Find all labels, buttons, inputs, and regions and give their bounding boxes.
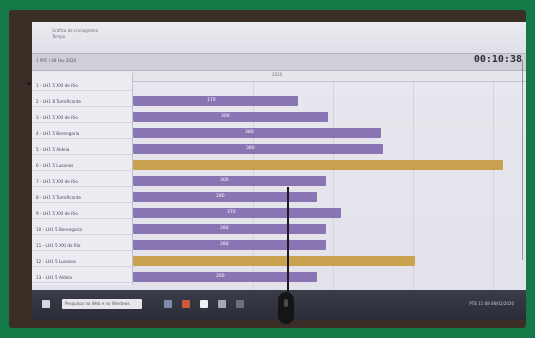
task-list-item[interactable]: 6 - LH1 5 Lusanos	[32, 161, 132, 171]
task-list-item[interactable]: 11 - LH1 5 XXI de Rio	[32, 241, 132, 251]
timer-readout: 00:10:38	[473, 54, 522, 65]
photo-of-projected-screen: Gráfico de cronograma Tempo 1 PPC / 08 F…	[0, 0, 535, 338]
task-view-icon[interactable]	[164, 300, 172, 308]
system-tray: PTB 11:08 08/02/2020	[469, 301, 514, 306]
gantt-bar-label: 380	[245, 130, 254, 135]
task-list-item[interactable]: 12 - LH1 5 Lusanos	[32, 257, 132, 267]
gantt-bar[interactable]: 280	[133, 224, 326, 234]
window-title: Gráfico de cronograma	[52, 28, 99, 33]
task-list-item[interactable]: 10 - LH1 5 Berengaria	[32, 225, 132, 235]
gantt-bar-label: 170	[207, 98, 216, 103]
wall-mark	[27, 82, 31, 85]
task-list-item[interactable]: 9 - LH1 5 XXI de Rio	[32, 209, 132, 219]
task-list-item[interactable]: 3 - LH1 5 XXI de Rio	[32, 113, 132, 123]
gantt-bar[interactable]: 300	[133, 176, 326, 186]
gantt-bar-label: 280	[216, 194, 225, 199]
file-explorer-icon[interactable]	[200, 300, 208, 308]
search-placeholder: Pesquisar na Web e no Windows	[65, 301, 130, 306]
window-subtitle: Tempo	[52, 34, 66, 39]
timeline-label: 1 PPC / 08 Fev 2020	[36, 58, 77, 63]
gantt-bar[interactable]: 380	[133, 144, 383, 154]
ruler-label: 2020	[272, 72, 283, 77]
gantt-bar-label: 260	[216, 274, 225, 279]
cable-shadow	[522, 60, 523, 260]
app-icon-2[interactable]	[236, 300, 244, 308]
task-list-item[interactable]: 1 - LH1 5 XXI de Rio	[32, 81, 132, 91]
gantt-bar[interactable]: 260	[133, 272, 317, 282]
mouse-device	[278, 292, 294, 324]
gantt-bar-label: 300	[220, 178, 229, 183]
gantt-bar[interactable]: 280	[133, 240, 326, 250]
gantt-bar-label: 300	[221, 114, 230, 119]
task-list-item[interactable]: 2 - LH1 8 Torreficante	[32, 97, 132, 107]
gantt-chart-area: 170 300 380 380 300 280 370 280 280 260	[133, 82, 526, 290]
gantt-bar[interactable]: 380	[133, 128, 381, 138]
start-icon[interactable]	[42, 300, 50, 308]
gantt-bar[interactable]: 280	[133, 192, 317, 202]
gantt-bar[interactable]	[133, 256, 415, 266]
search-input[interactable]: Pesquisar na Web e no Windows	[62, 299, 142, 309]
projected-screen: Gráfico de cronograma Tempo 1 PPC / 08 F…	[32, 22, 526, 320]
browser-icon[interactable]	[182, 300, 190, 308]
task-list-item[interactable]: 4 - LH1 5 Berengaria	[32, 129, 132, 139]
gantt-bar-label: 280	[220, 226, 229, 231]
gantt-bar[interactable]: 370	[133, 208, 341, 218]
gantt-bar[interactable]	[133, 160, 503, 170]
mouse-wheel	[284, 299, 288, 307]
gantt-bar[interactable]: 170	[133, 96, 298, 106]
gantt-bar-label: 280	[220, 242, 229, 247]
task-list-item[interactable]: 7 - LH1 5 XXI de Rio	[32, 177, 132, 187]
task-list-panel: 1 - LH1 5 XXI de Rio 2 - LH1 8 Torrefican…	[32, 73, 133, 285]
gantt-bar-label: 370	[227, 210, 236, 215]
task-list-item[interactable]: 5 - LH1 5 Aldeia	[32, 145, 132, 155]
gantt-bar[interactable]: 300	[133, 112, 328, 122]
timeline-toolbar: 1 PPC / 08 Fev 2020 00:10:38	[32, 53, 526, 71]
chart-gridline	[493, 82, 494, 290]
task-list-item[interactable]: 13 - LH1 5 Aldeia	[32, 273, 132, 283]
time-ruler: 2020	[132, 72, 526, 82]
task-list-item[interactable]: 8 - LH1 5 Torreficante	[32, 193, 132, 203]
app-icon[interactable]	[218, 300, 226, 308]
presenter-cable	[287, 187, 289, 304]
gantt-bar-label: 380	[246, 146, 255, 151]
